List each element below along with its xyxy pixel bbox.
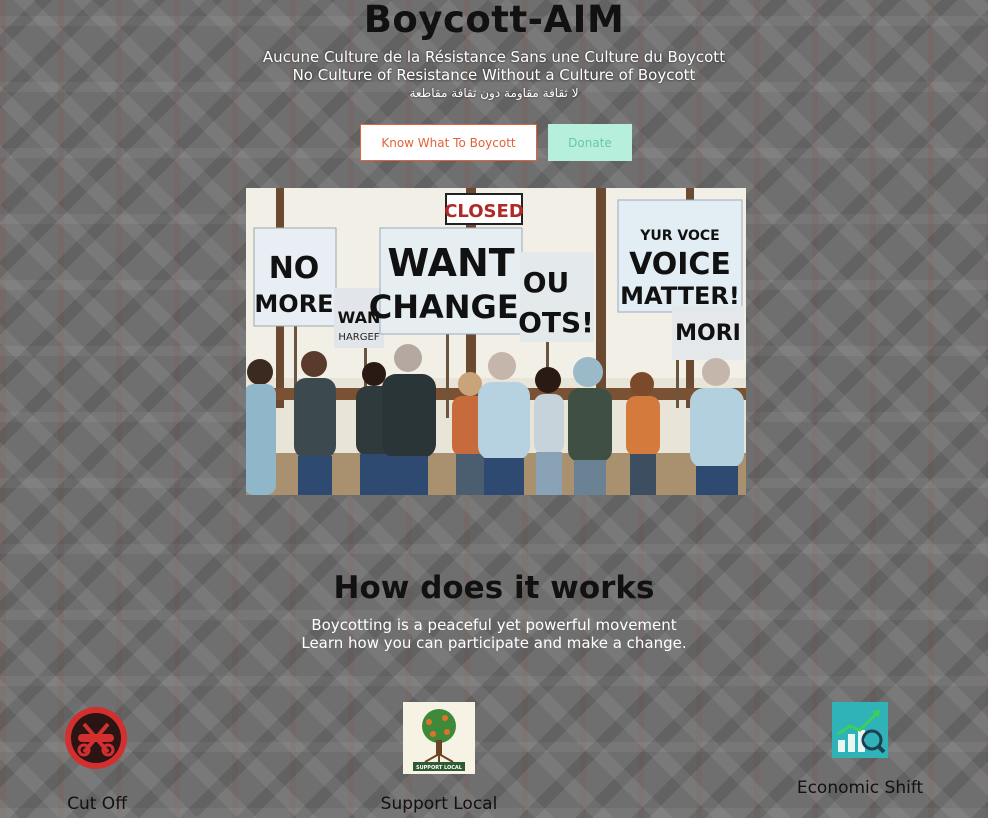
cut-off-icon (64, 706, 128, 770)
sign-no: NO (269, 251, 320, 286)
protest-image: CLOSED NO MORE WAN HARGEF WANT CHANGE! O… (246, 188, 746, 495)
sign-matter: MATTER! (620, 282, 740, 310)
sign-ou: OU (523, 266, 570, 299)
sign-voice: VOICE (629, 247, 731, 282)
sign-want: WANT (387, 241, 514, 285)
sign-mori: MORI (675, 321, 741, 346)
how-it-works-title: How does it works (333, 570, 655, 606)
sign-ots: OTS! (518, 306, 594, 339)
tagline-english: No Culture of Resistance Without a Cultu… (292, 66, 696, 84)
sign-yur-voce: YUR VOCE (639, 228, 720, 244)
economic-shift-icon (832, 702, 888, 758)
donate-button[interactable]: Donate (548, 124, 632, 161)
support-local-icon: SUPPORT LOCAL (403, 702, 475, 774)
tagline-french: Aucune Culture de la Résistance Sans une… (262, 48, 726, 66)
how-it-works-line-1: Boycotting is a peaceful yet powerful mo… (311, 616, 677, 634)
tagline-arabic: لا ثقافة مقاومة دون ثقافة مقاطعة (409, 86, 579, 100)
sign-hargef: HARGEF (338, 332, 379, 343)
how-it-works-line-2: Learn how you can participate and make a… (301, 634, 687, 652)
sign-change: CHANGE! (369, 288, 534, 326)
sign-more: MORE (254, 290, 333, 318)
feature-label-cut-off: Cut Off (67, 794, 127, 814)
feature-label-economic-shift: Economic Shift (796, 778, 924, 798)
site-title: Boycott-AIM (363, 0, 625, 41)
sign-closed: CLOSED (444, 201, 524, 222)
feature-label-support-local: Support Local (380, 794, 498, 814)
support-local-icon-text: SUPPORT LOCAL (416, 765, 463, 771)
know-what-to-boycott-button[interactable]: Know What To Boycott (360, 124, 537, 161)
